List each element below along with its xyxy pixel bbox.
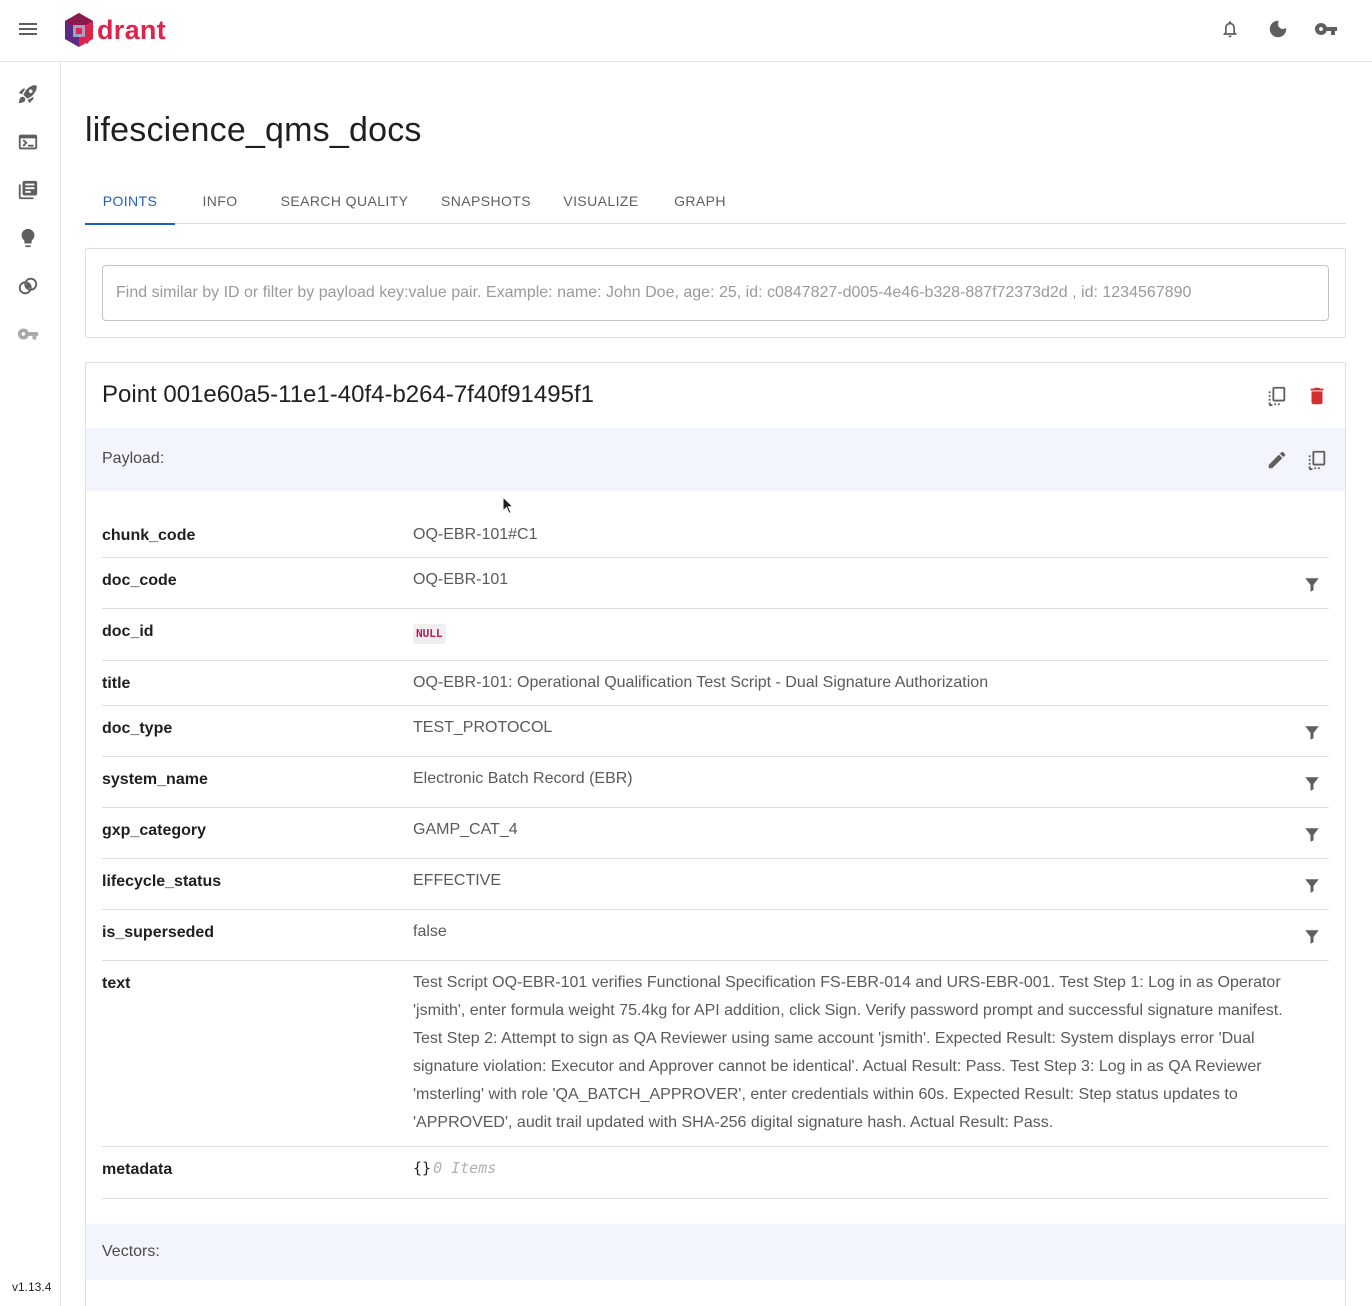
payload-row-lifecycle-status: lifecycle_status EFFECTIVE: [102, 859, 1329, 910]
payload-key: metadata: [102, 1161, 173, 1178]
payload-value: TEST_PROTOCOL: [413, 719, 553, 736]
tab-snapshots[interactable]: SNAPSHOTS: [424, 178, 548, 224]
edit-payload-icon[interactable]: [1265, 448, 1289, 472]
top-bar: drant: [0, 0, 1372, 62]
payload-row-metadata: metadata {} 0 Items: [102, 1147, 1329, 1199]
payload-row-gxp-category: gxp_category GAMP_CAT_4: [102, 808, 1329, 859]
payload-key: system_name: [102, 771, 208, 788]
payload-value: Electronic Batch Record (EBR): [413, 770, 633, 787]
copy-payload-icon[interactable]: [1305, 448, 1329, 472]
payload-value: Test Script OQ-EBR-101 verifies Function…: [413, 974, 1283, 1131]
filter-icon[interactable]: [1303, 826, 1321, 844]
payload-key: doc_code: [102, 572, 177, 589]
lightbulb-icon[interactable]: [16, 226, 40, 250]
qdrant-logo[interactable]: drant: [63, 12, 166, 48]
object-brace: {}: [413, 1159, 432, 1177]
object-item-count: 0 Items: [433, 1159, 497, 1177]
point-title: Point 001e60a5-11e1-40f4-b264-7f40f91495…: [102, 381, 594, 408]
tab-points[interactable]: POINTS: [85, 178, 175, 225]
payload-row-doc-type: doc_type TEST_PROTOCOL: [102, 706, 1329, 757]
payload-key: lifecycle_status: [102, 873, 222, 890]
filter-icon[interactable]: [1303, 724, 1321, 742]
payload-header: Payload:: [86, 428, 1345, 491]
vectors-header: Vectors:: [86, 1224, 1345, 1280]
copy-point-icon[interactable]: [1265, 384, 1289, 408]
payload-key: chunk_code: [102, 527, 196, 544]
payload-key: doc_type: [102, 720, 173, 737]
search-input[interactable]: [102, 265, 1329, 321]
tab-graph[interactable]: GRAPH: [654, 178, 746, 224]
qdrant-logo-mark: [65, 13, 93, 47]
mouse-cursor-icon: [502, 496, 514, 515]
filter-icon[interactable]: [1303, 928, 1321, 946]
bell-icon[interactable]: [1218, 17, 1242, 41]
datasets-icon[interactable]: [16, 274, 40, 298]
vectors-label: Vectors:: [102, 1243, 160, 1260]
tab-bar: POINTS INFO SEARCH QUALITY SNAPSHOTS VIS…: [85, 178, 1346, 225]
menu-icon[interactable]: [16, 17, 40, 41]
payload-key: doc_id: [102, 623, 154, 640]
page-title: lifescience_qms_docs: [85, 111, 422, 149]
filter-icon[interactable]: [1303, 877, 1321, 895]
null-badge: NULL: [413, 624, 446, 644]
payload-value: OQ-EBR-101: Operational Qualification Te…: [413, 674, 989, 691]
payload-row-is-superseded: is_superseded false: [102, 910, 1329, 961]
rocket-icon[interactable]: [16, 82, 40, 106]
payload-row-title: title OQ-EBR-101: Operational Qualificat…: [102, 661, 1329, 706]
access-key-icon[interactable]: [16, 322, 40, 346]
terminal-icon[interactable]: [16, 130, 40, 154]
payload-value-wrap: NULL: [413, 619, 1303, 647]
payload-row-doc-id: doc_id NULL: [102, 609, 1329, 661]
filter-icon[interactable]: [1303, 775, 1321, 793]
version-label: v1.13.4: [12, 1280, 52, 1294]
moon-icon[interactable]: [1266, 17, 1290, 41]
filter-icon[interactable]: [1303, 576, 1321, 594]
payload-value: GAMP_CAT_4: [413, 821, 518, 838]
payload-row-chunk-code: chunk_code OQ-EBR-101#C1: [102, 505, 1329, 558]
payload-value: false: [413, 923, 447, 940]
payload-value: OQ-EBR-101#C1: [413, 526, 538, 543]
tab-visualize[interactable]: VISUALIZE: [548, 178, 654, 224]
payload-row-doc-code: doc_code OQ-EBR-101: [102, 558, 1329, 609]
logo-text: drant: [97, 14, 166, 45]
payload-key: text: [102, 975, 131, 992]
payload-row-system-name: system_name Electronic Batch Record (EBR…: [102, 757, 1329, 808]
library-icon[interactable]: [16, 178, 40, 202]
payload-key: title: [102, 675, 131, 692]
sidebar: v1.13.4: [0, 62, 61, 1306]
payload-value: EFFECTIVE: [413, 872, 502, 889]
payload-row-text: text Test Script OQ-EBR-101 verifies Fun…: [102, 961, 1329, 1147]
tab-info[interactable]: INFO: [175, 178, 265, 224]
point-card: Point 001e60a5-11e1-40f4-b264-7f40f91495…: [85, 362, 1346, 1306]
search-card: [85, 248, 1346, 338]
payload-key: gxp_category: [102, 822, 207, 839]
payload-label: Payload:: [102, 450, 165, 467]
tab-search-quality[interactable]: SEARCH QUALITY: [265, 178, 424, 224]
payload-value-wrap[interactable]: {} 0 Items: [413, 1154, 1303, 1183]
delete-point-icon[interactable]: [1305, 384, 1329, 408]
payload-table: chunk_code OQ-EBR-101#C1 doc_code OQ-EBR…: [102, 507, 1329, 1199]
payload-value: OQ-EBR-101: [413, 571, 509, 588]
payload-key: is_superseded: [102, 924, 215, 941]
key-icon[interactable]: [1314, 17, 1338, 41]
